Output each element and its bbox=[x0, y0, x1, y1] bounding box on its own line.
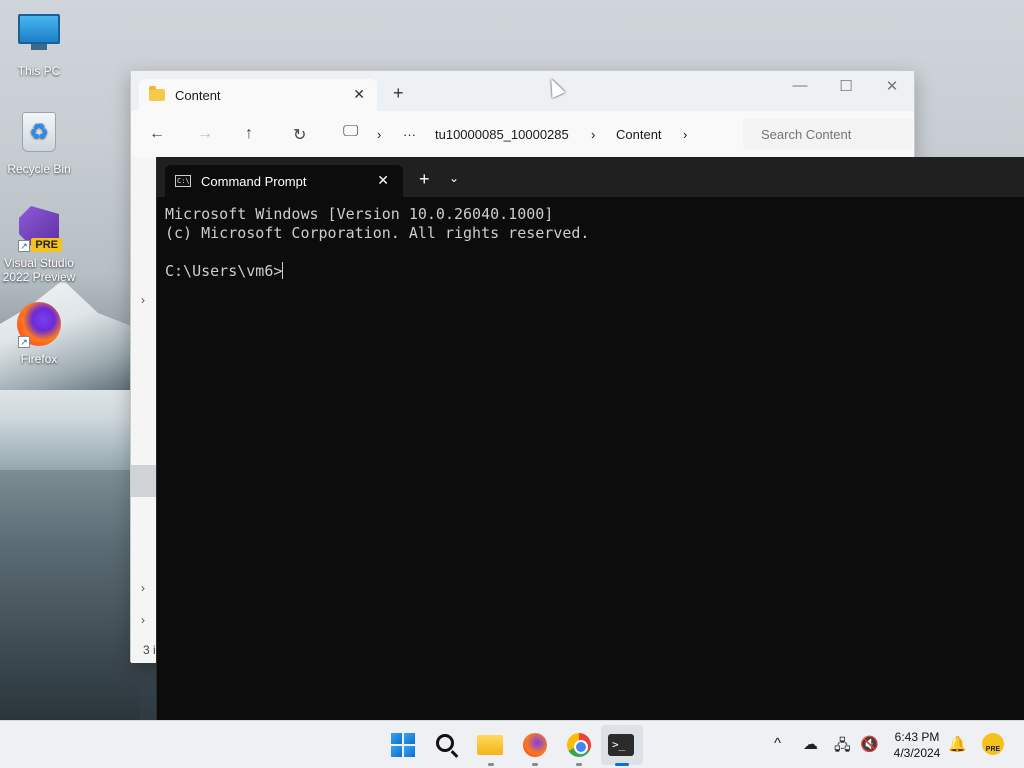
forward-button[interactable]: → bbox=[197, 125, 213, 143]
chevron-right-icon[interactable]: › bbox=[683, 127, 687, 142]
chevron-right-icon[interactable]: › bbox=[141, 293, 145, 307]
clock-date: 4/3/2024 bbox=[893, 746, 941, 760]
folder-icon bbox=[149, 86, 165, 101]
recycle-bin-icon: ♻ bbox=[16, 112, 62, 158]
clock-time: 6:43 PM bbox=[894, 730, 940, 744]
visual-studio-icon: PRE ↗ bbox=[16, 206, 62, 252]
system-clock[interactable]: 6:43 PM 4/3/2024 bbox=[884, 729, 950, 761]
breadcrumb-item[interactable]: tu10000085_10000285 bbox=[435, 127, 569, 142]
firefox-taskbar-icon[interactable] bbox=[521, 731, 549, 759]
more-breadcrumb-button[interactable]: ··· bbox=[403, 127, 416, 142]
explorer-navigation-pane: › › › bbox=[131, 157, 157, 663]
refresh-button[interactable]: ↻ bbox=[293, 125, 306, 145]
back-button[interactable]: ← bbox=[149, 125, 165, 143]
search-icon[interactable] bbox=[433, 731, 461, 759]
network-icon[interactable]: 🖧 bbox=[834, 735, 851, 760]
firefox-icon: ↗ bbox=[16, 302, 62, 348]
breadcrumb-item[interactable]: Content bbox=[616, 127, 662, 142]
minimize-button[interactable]: — bbox=[785, 77, 815, 94]
cloud-icon[interactable]: ☁ bbox=[803, 735, 818, 753]
shortcut-arrow-icon: ↗ bbox=[18, 240, 30, 252]
running-indicator bbox=[532, 763, 538, 766]
terminal-window[interactable]: C:\ Command Prompt ✕ + ⌄ Microsoft Windo… bbox=[156, 157, 1024, 720]
active-indicator bbox=[615, 763, 629, 766]
wallpaper-water bbox=[0, 470, 140, 720]
running-indicator bbox=[488, 763, 494, 766]
desktop-icon-label: Visual Studio 2022 Preview bbox=[2, 256, 76, 284]
desktop-icon-label: Firefox bbox=[20, 352, 58, 366]
terminal-prompt: C:\Users\vm6> bbox=[165, 262, 283, 280]
terminal-tab-title: Command Prompt bbox=[201, 173, 307, 189]
terminal-line: (c) Microsoft Corporation. All rights re… bbox=[165, 224, 590, 242]
explorer-tab-content[interactable]: Content ✕ bbox=[139, 79, 377, 111]
status-bar-text: 3 i bbox=[143, 643, 156, 657]
terminal-taskbar-icon[interactable]: >_ bbox=[608, 731, 636, 759]
monitor-icon[interactable]: 🖵 bbox=[343, 123, 358, 141]
close-tab-icon[interactable]: ✕ bbox=[377, 172, 389, 189]
search-input[interactable] bbox=[743, 119, 913, 149]
chevron-down-icon[interactable]: ⌄ bbox=[449, 171, 459, 185]
desktop-icon-visual-studio[interactable]: PRE ↗ Visual Studio 2022 Preview bbox=[0, 204, 78, 284]
close-window-button[interactable]: ✕ bbox=[877, 77, 907, 95]
volume-muted-icon[interactable]: 🔇 bbox=[860, 735, 879, 753]
chevron-right-icon: › bbox=[377, 127, 382, 142]
terminal-tab-command-prompt[interactable]: C:\ Command Prompt ✕ bbox=[165, 165, 403, 197]
chevron-right-icon: › bbox=[591, 127, 596, 142]
terminal-line: Microsoft Windows [Version 10.0.26040.10… bbox=[165, 205, 554, 223]
chevron-right-icon[interactable]: › bbox=[141, 581, 145, 595]
terminal-tab-bar: C:\ Command Prompt ✕ + ⌄ bbox=[157, 157, 1024, 197]
explorer-tab-bar: Content ✕ + — ☐ ✕ bbox=[131, 71, 914, 111]
terminal-prompt-line[interactable]: C:\Users\vm6> bbox=[165, 262, 1016, 281]
chrome-taskbar-icon[interactable] bbox=[565, 731, 593, 759]
taskbar: >_ ^ ☁ 🖧 🔇 6:43 PM 4/3/2024 🔔 PRE bbox=[0, 720, 1024, 768]
windows-start-icon[interactable] bbox=[389, 731, 417, 759]
desktop-icon-recycle-bin[interactable]: ♻ Recycle Bin bbox=[0, 110, 78, 176]
desktop-icon-label: This PC bbox=[17, 64, 61, 78]
maximize-button[interactable]: ☐ bbox=[831, 77, 861, 95]
desktop-icon-firefox[interactable]: ↗ Firefox bbox=[0, 302, 78, 366]
notification-bell-icon[interactable]: 🔔 bbox=[948, 735, 967, 753]
new-tab-button[interactable]: + bbox=[393, 83, 404, 104]
desktop-icon-this-pc[interactable]: This PC bbox=[0, 10, 78, 78]
chevron-right-icon[interactable]: › bbox=[141, 613, 145, 627]
running-indicator bbox=[576, 763, 582, 766]
command-prompt-icon: C:\ bbox=[175, 175, 191, 187]
text-cursor bbox=[282, 262, 284, 279]
terminal-output[interactable]: Microsoft Windows [Version 10.0.26040.10… bbox=[157, 197, 1024, 289]
pre-badge: PRE bbox=[31, 238, 62, 252]
selected-nav-item[interactable] bbox=[131, 465, 157, 497]
new-tab-button[interactable]: + bbox=[419, 169, 430, 190]
file-explorer-taskbar-icon[interactable] bbox=[477, 731, 505, 759]
explorer-tab-title: Content bbox=[175, 87, 221, 103]
show-hidden-icons-button[interactable]: ^ bbox=[774, 735, 781, 752]
shortcut-arrow-icon: ↗ bbox=[18, 336, 30, 348]
preview-badge-icon[interactable]: PRE bbox=[982, 733, 1004, 755]
desktop-icon-label: Recycle Bin bbox=[7, 162, 71, 176]
this-pc-icon bbox=[16, 14, 62, 60]
explorer-address-bar: ← → ↑ ↻ 🖵 › ··· tu10000085_10000285 › Co… bbox=[131, 111, 914, 157]
up-button[interactable]: ↑ bbox=[245, 125, 253, 143]
close-tab-icon[interactable]: ✕ bbox=[353, 86, 365, 103]
